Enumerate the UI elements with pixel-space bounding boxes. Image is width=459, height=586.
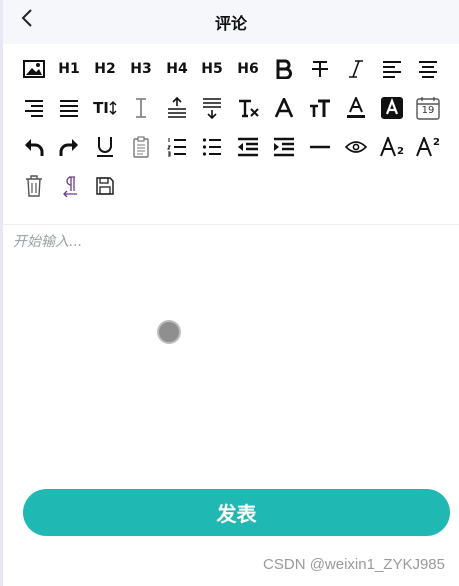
heading-2-label: H2: [94, 61, 116, 77]
text-color-icon: [346, 97, 366, 119]
heading-1-button[interactable]: H1: [54, 54, 84, 84]
heading-2-button[interactable]: H2: [90, 54, 120, 84]
heading-3-button[interactable]: H3: [126, 54, 156, 84]
line-height-icon: [132, 97, 150, 119]
font-size-increase-icon: [309, 98, 331, 118]
font-family-button[interactable]: [269, 93, 299, 123]
insert-image-button[interactable]: [19, 54, 49, 84]
editor-toolbar: H1 H2 H3 H4 H5 H6 TI 19 2 2: [3, 44, 459, 225]
align-center-button[interactable]: [413, 54, 443, 84]
subscript-icon: 2: [380, 137, 404, 157]
bullet-list-icon: [202, 137, 222, 157]
subscript-digit: 2: [397, 146, 404, 157]
superscript-digit: 2: [433, 137, 440, 148]
clipboard-icon: [132, 136, 150, 158]
font-family-icon: [274, 98, 294, 118]
delete-icon: [25, 175, 43, 197]
heading-1-label: H1: [58, 61, 80, 77]
superscript-icon: 2: [416, 137, 440, 157]
strikethrough-button[interactable]: [305, 54, 335, 84]
align-center-icon: [418, 60, 438, 78]
italic-icon: [348, 59, 364, 79]
undo-icon: [23, 137, 45, 157]
align-left-icon: [382, 60, 402, 78]
bold-icon: [275, 59, 293, 79]
align-left-button[interactable]: [377, 54, 407, 84]
paragraph-spacing-above-button[interactable]: [162, 93, 192, 123]
save-icon: [96, 177, 114, 195]
submit-comment-button[interactable]: 发表: [23, 489, 450, 536]
insert-date-button[interactable]: 19: [413, 93, 443, 123]
comment-editor[interactable]: 开始输入...: [3, 225, 459, 475]
clear-format-button[interactable]: [233, 93, 263, 123]
font-size-increase-button[interactable]: [305, 93, 335, 123]
align-justify-icon: [59, 99, 79, 117]
font-size-label: TI: [93, 99, 109, 117]
paragraph-spacing-below-button[interactable]: [197, 93, 227, 123]
touch-indicator: [157, 320, 181, 344]
preview-button[interactable]: [341, 132, 371, 162]
background-color-icon: [381, 97, 403, 119]
align-right-button[interactable]: [19, 93, 49, 123]
undo-button[interactable]: [19, 132, 49, 162]
italic-button[interactable]: [341, 54, 371, 84]
paragraph-spacing-below-icon: [202, 97, 222, 119]
ordered-list-button[interactable]: [162, 132, 192, 162]
background-color-button[interactable]: [377, 93, 407, 123]
text-color-button[interactable]: [341, 93, 371, 123]
heading-5-label: H5: [201, 61, 223, 77]
bold-button[interactable]: [269, 54, 299, 84]
heading-5-button[interactable]: H5: [197, 54, 227, 84]
date-icon: 19: [416, 96, 440, 120]
superscript-button[interactable]: 2: [413, 132, 443, 162]
calendar-day-label: 19: [421, 105, 435, 116]
underline-icon: [96, 136, 114, 158]
outdent-icon: [237, 137, 259, 157]
paragraph-spacing-above-icon: [167, 97, 187, 119]
page-title: 评论: [214, 14, 247, 33]
horizontal-rule-icon: [309, 144, 331, 150]
paragraph-direction-icon: [60, 175, 78, 197]
paragraph-direction-button[interactable]: [54, 171, 84, 201]
font-size-icon: TI: [93, 99, 117, 117]
underline-button[interactable]: [90, 132, 120, 162]
delete-button[interactable]: [19, 171, 49, 201]
indent-button[interactable]: [269, 132, 299, 162]
redo-icon: [58, 137, 80, 157]
font-size-button[interactable]: TI: [90, 93, 120, 123]
clipboard-button[interactable]: [126, 132, 156, 162]
redo-button[interactable]: [54, 132, 84, 162]
ordered-list-icon: [167, 137, 187, 157]
heading-4-button[interactable]: H4: [162, 54, 192, 84]
bullet-list-button[interactable]: [197, 132, 227, 162]
horizontal-rule-button[interactable]: [305, 132, 335, 162]
outdent-button[interactable]: [233, 132, 263, 162]
indent-icon: [273, 137, 295, 157]
heading-6-label: H6: [237, 61, 259, 77]
align-justify-button[interactable]: [54, 93, 84, 123]
editor-placeholder: 开始输入...: [13, 234, 83, 250]
clear-format-icon: [237, 98, 259, 118]
preview-icon: [345, 140, 367, 154]
navbar: 评论: [3, 0, 459, 44]
heading-4-label: H4: [166, 61, 188, 77]
heading-6-button[interactable]: H6: [233, 54, 263, 84]
line-height-button[interactable]: [126, 93, 156, 123]
align-right-icon: [24, 99, 44, 117]
heading-3-label: H3: [130, 61, 152, 77]
subscript-button[interactable]: 2: [377, 132, 407, 162]
save-button[interactable]: [90, 171, 120, 201]
comment-page: 评论 H1 H2 H3 H4 H5 H6 TI 19 2 2 开始输入... 发…: [0, 0, 459, 586]
strikethrough-icon: [310, 59, 330, 79]
image-icon: [23, 60, 45, 78]
watermark: CSDN @weixin1_ZYKJ985: [263, 556, 445, 573]
